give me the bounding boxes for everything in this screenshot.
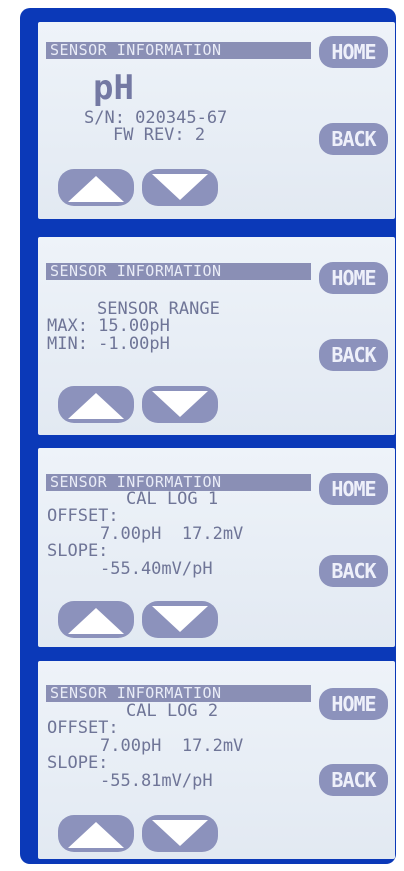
down-arrow-button[interactable] (142, 169, 218, 206)
back-button[interactable]: BACK (319, 123, 388, 155)
up-arrow-icon (68, 176, 124, 202)
home-button[interactable]: HOME (319, 262, 388, 294)
slope-label: SLOPE: (47, 541, 109, 561)
down-arrow-icon (152, 606, 208, 632)
up-arrow-button[interactable] (58, 386, 134, 423)
up-arrow-button[interactable] (58, 815, 134, 852)
cal-log-subtitle: CAL LOG 2 (126, 701, 219, 721)
offset-value: 7.00pH 17.2mV (100, 524, 244, 544)
back-button[interactable]: BACK (319, 555, 388, 587)
down-arrow-icon (152, 174, 208, 200)
slope-label: SLOPE: (47, 753, 109, 773)
screen-title: SENSOR INFORMATION (46, 42, 311, 59)
offset-label: OFFSET: (47, 506, 119, 526)
lcd-screen-3: SENSOR INFORMATION HOME CAL LOG 1 OFFSET… (38, 448, 395, 647)
max-range: MAX: 15.00pH (47, 316, 170, 336)
offset-value: 7.00pH 17.2mV (100, 736, 244, 756)
firmware-revision: FW REV: 2 (113, 125, 206, 145)
sensor-type-heading: pH (93, 68, 134, 108)
slope-value: -55.81mV/pH (100, 771, 213, 791)
down-arrow-icon (152, 820, 208, 846)
up-arrow-icon (68, 608, 124, 634)
up-arrow-button[interactable] (58, 601, 134, 638)
slope-value: -55.40mV/pH (100, 559, 213, 579)
min-range: MIN: -1.00pH (47, 334, 170, 354)
cal-log-subtitle: CAL LOG 1 (126, 489, 219, 509)
down-arrow-button[interactable] (142, 601, 218, 638)
home-button[interactable]: HOME (319, 688, 388, 720)
down-arrow-button[interactable] (142, 815, 218, 852)
screen-title: SENSOR INFORMATION (46, 685, 311, 702)
home-button[interactable]: HOME (319, 473, 388, 505)
down-arrow-button[interactable] (142, 386, 218, 423)
home-button[interactable]: HOME (319, 36, 388, 68)
screen-title: SENSOR INFORMATION (46, 263, 311, 280)
back-button[interactable]: BACK (319, 764, 388, 796)
offset-label: OFFSET: (47, 718, 119, 738)
lcd-screen-1: SENSOR INFORMATION HOME pH S/N: 020345-6… (38, 22, 395, 219)
up-arrow-icon (68, 393, 124, 419)
up-arrow-icon (68, 822, 124, 848)
down-arrow-icon (152, 391, 208, 417)
lcd-screen-2: SENSOR INFORMATION HOME SENSOR RANGE MAX… (38, 237, 395, 435)
up-arrow-button[interactable] (58, 169, 134, 206)
lcd-screen-4: SENSOR INFORMATION HOME CAL LOG 2 OFFSET… (38, 661, 395, 859)
back-button[interactable]: BACK (319, 339, 388, 371)
